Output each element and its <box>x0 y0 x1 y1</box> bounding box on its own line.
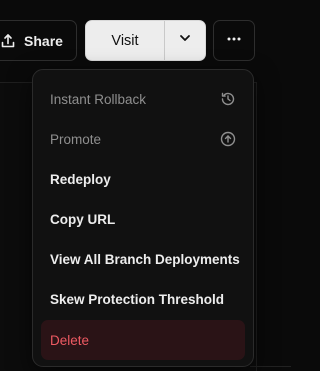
visit-button[interactable]: Visit <box>86 21 164 60</box>
menu-item-label: Skew Protection Threshold <box>50 291 225 307</box>
arrow-up-circle-icon <box>220 131 236 147</box>
divider <box>250 366 291 367</box>
chevron-down-icon <box>178 31 192 50</box>
menu-item-label: View All Branch Deployments <box>50 251 240 267</box>
menu-item-label: Instant Rollback <box>50 91 147 107</box>
visit-split-button: Visit <box>85 20 206 61</box>
menu-item-view-all-branch-deployments[interactable]: View All Branch Deployments <box>41 239 245 279</box>
share-label: Share <box>24 32 63 49</box>
menu-item-instant-rollback[interactable]: Instant Rollback <box>41 79 245 119</box>
visit-dropdown-button[interactable] <box>165 21 205 60</box>
more-horizontal-icon <box>226 31 242 50</box>
page: Share Visit Instant Rollback Promote Red… <box>0 0 291 371</box>
share-icon <box>0 33 16 49</box>
menu-item-label: Redeploy <box>50 171 111 187</box>
menu-item-redeploy[interactable]: Redeploy <box>41 159 245 199</box>
more-options-button[interactable] <box>213 20 255 61</box>
deployment-actions-menu: Instant Rollback Promote Redeploy Copy U… <box>32 69 254 367</box>
menu-item-copy-url[interactable]: Copy URL <box>41 199 245 239</box>
menu-item-label: Delete <box>50 332 90 348</box>
menu-item-delete[interactable]: Delete <box>41 320 245 360</box>
menu-item-label: Promote <box>50 131 102 147</box>
menu-item-skew-protection-threshold[interactable]: Skew Protection Threshold <box>41 279 245 319</box>
menu-item-promote[interactable]: Promote <box>41 119 245 159</box>
share-button[interactable]: Share <box>0 20 77 61</box>
menu-item-label: Copy URL <box>50 211 116 227</box>
history-icon <box>220 91 236 107</box>
visit-label: Visit <box>111 32 139 49</box>
